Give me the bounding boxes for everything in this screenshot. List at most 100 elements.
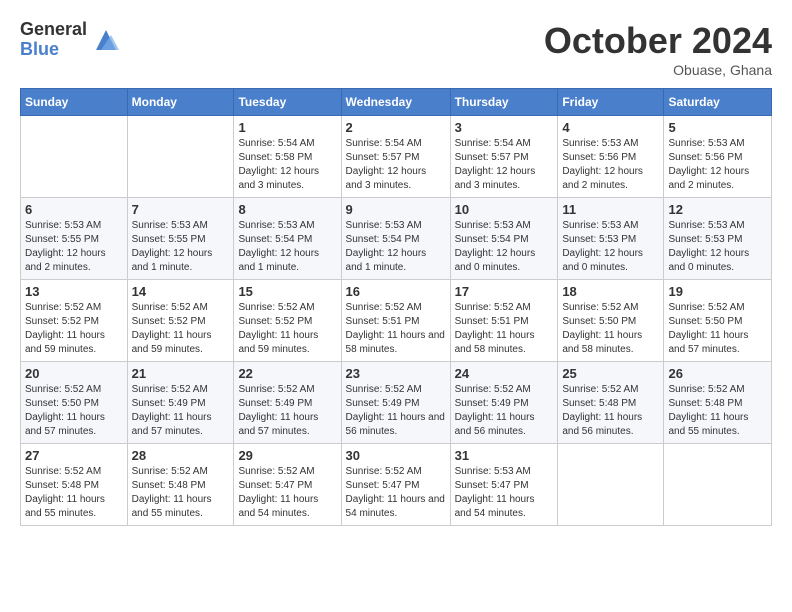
calendar-cell: [127, 116, 234, 198]
day-info: Sunrise: 5:53 AM Sunset: 5:56 PM Dayligh…: [562, 137, 659, 193]
day-header-sunday: Sunday: [21, 89, 128, 116]
day-number: 18: [562, 284, 659, 299]
day-info: Sunrise: 5:52 AM Sunset: 5:50 PM Dayligh…: [668, 301, 767, 357]
calendar-cell: 28 Sunrise: 5:52 AM Sunset: 5:48 PM Dayli…: [127, 444, 234, 526]
calendar-cell: 17 Sunrise: 5:52 AM Sunset: 5:51 PM Dayli…: [450, 280, 558, 362]
calendar-cell: [21, 116, 128, 198]
day-number: 1: [238, 120, 336, 135]
day-number: 4: [562, 120, 659, 135]
calendar-cell: 30 Sunrise: 5:52 AM Sunset: 5:47 PM Dayli…: [341, 444, 450, 526]
calendar-body: 1 Sunrise: 5:54 AM Sunset: 5:58 PM Daylig…: [21, 116, 772, 526]
calendar-week-row: 6 Sunrise: 5:53 AM Sunset: 5:55 PM Daylig…: [21, 198, 772, 280]
day-header-friday: Friday: [558, 89, 664, 116]
calendar-cell: 7 Sunrise: 5:53 AM Sunset: 5:55 PM Daylig…: [127, 198, 234, 280]
calendar-week-row: 13 Sunrise: 5:52 AM Sunset: 5:52 PM Dayli…: [21, 280, 772, 362]
calendar-cell: 19 Sunrise: 5:52 AM Sunset: 5:50 PM Dayli…: [664, 280, 772, 362]
day-number: 20: [25, 366, 123, 381]
day-info: Sunrise: 5:54 AM Sunset: 5:57 PM Dayligh…: [346, 137, 446, 193]
day-info: Sunrise: 5:53 AM Sunset: 5:54 PM Dayligh…: [346, 219, 446, 275]
calendar-cell: 29Sunrise: 5:52 AM Sunset: 5:47 PM Dayli…: [234, 444, 341, 526]
day-number: 19: [668, 284, 767, 299]
calendar-week-row: 1 Sunrise: 5:54 AM Sunset: 5:58 PM Daylig…: [21, 116, 772, 198]
day-number: 7: [132, 202, 230, 217]
calendar-cell: 3 Sunrise: 5:54 AM Sunset: 5:57 PM Daylig…: [450, 116, 558, 198]
page-header: General Blue October 2024 Obuase, Ghana: [20, 20, 772, 78]
day-number: 25: [562, 366, 659, 381]
day-number: 28: [132, 448, 230, 463]
month-title: October 2024: [544, 20, 772, 62]
day-number: 14: [132, 284, 230, 299]
calendar-cell: 9 Sunrise: 5:53 AM Sunset: 5:54 PM Daylig…: [341, 198, 450, 280]
calendar-table: SundayMondayTuesdayWednesdayThursdayFrid…: [20, 88, 772, 526]
day-number: 29: [238, 448, 336, 463]
day-info: Sunrise: 5:52 AM Sunset: 5:48 PM Dayligh…: [668, 383, 767, 439]
day-info: Sunrise: 5:52 AM Sunset: 5:51 PM Dayligh…: [346, 301, 446, 357]
day-info: Sunrise: 5:52 AM Sunset: 5:48 PM Dayligh…: [25, 465, 123, 521]
calendar-cell: 11Sunrise: 5:53 AM Sunset: 5:53 PM Dayli…: [558, 198, 664, 280]
calendar-cell: 31 Sunrise: 5:53 AM Sunset: 5:47 PM Dayli…: [450, 444, 558, 526]
day-info: Sunrise: 5:52 AM Sunset: 5:48 PM Dayligh…: [132, 465, 230, 521]
day-info: Sunrise: 5:53 AM Sunset: 5:55 PM Dayligh…: [132, 219, 230, 275]
day-number: 9: [346, 202, 446, 217]
day-info: Sunrise: 5:54 AM Sunset: 5:57 PM Dayligh…: [455, 137, 554, 193]
day-number: 30: [346, 448, 446, 463]
day-number: 13: [25, 284, 123, 299]
calendar-week-row: 20 Sunrise: 5:52 AM Sunset: 5:50 PM Dayli…: [21, 362, 772, 444]
day-header-saturday: Saturday: [664, 89, 772, 116]
calendar-week-row: 27 Sunrise: 5:52 AM Sunset: 5:48 PM Dayli…: [21, 444, 772, 526]
calendar-cell: 21Sunrise: 5:52 AM Sunset: 5:49 PM Dayli…: [127, 362, 234, 444]
logo-blue: Blue: [20, 40, 87, 60]
day-info: Sunrise: 5:52 AM Sunset: 5:49 PM Dayligh…: [132, 383, 230, 439]
day-number: 10: [455, 202, 554, 217]
logo-icon: [91, 25, 121, 55]
logo-general: General: [20, 20, 87, 40]
day-info: Sunrise: 5:53 AM Sunset: 5:54 PM Dayligh…: [455, 219, 554, 275]
location: Obuase, Ghana: [544, 62, 772, 78]
calendar-cell: 2Sunrise: 5:54 AM Sunset: 5:57 PM Daylig…: [341, 116, 450, 198]
day-info: Sunrise: 5:52 AM Sunset: 5:52 PM Dayligh…: [132, 301, 230, 357]
calendar-cell: 4 Sunrise: 5:53 AM Sunset: 5:56 PM Daylig…: [558, 116, 664, 198]
day-info: Sunrise: 5:52 AM Sunset: 5:50 PM Dayligh…: [562, 301, 659, 357]
calendar-cell: 22Sunrise: 5:52 AM Sunset: 5:49 PM Dayli…: [234, 362, 341, 444]
logo: General Blue: [20, 20, 121, 60]
day-info: Sunrise: 5:53 AM Sunset: 5:55 PM Dayligh…: [25, 219, 123, 275]
day-number: 3: [455, 120, 554, 135]
day-header-thursday: Thursday: [450, 89, 558, 116]
day-info: Sunrise: 5:53 AM Sunset: 5:53 PM Dayligh…: [562, 219, 659, 275]
day-number: 27: [25, 448, 123, 463]
day-number: 5: [668, 120, 767, 135]
day-header-tuesday: Tuesday: [234, 89, 341, 116]
calendar-cell: 13 Sunrise: 5:52 AM Sunset: 5:52 PM Dayli…: [21, 280, 128, 362]
calendar-cell: 27 Sunrise: 5:52 AM Sunset: 5:48 PM Dayli…: [21, 444, 128, 526]
calendar-cell: 24 Sunrise: 5:52 AM Sunset: 5:49 PM Dayli…: [450, 362, 558, 444]
calendar-cell: 18 Sunrise: 5:52 AM Sunset: 5:50 PM Dayli…: [558, 280, 664, 362]
day-info: Sunrise: 5:53 AM Sunset: 5:53 PM Dayligh…: [668, 219, 767, 275]
day-info: Sunrise: 5:54 AM Sunset: 5:58 PM Dayligh…: [238, 137, 336, 193]
day-number: 24: [455, 366, 554, 381]
day-header-wednesday: Wednesday: [341, 89, 450, 116]
day-info: Sunrise: 5:53 AM Sunset: 5:56 PM Dayligh…: [668, 137, 767, 193]
calendar-cell: 15Sunrise: 5:52 AM Sunset: 5:52 PM Dayli…: [234, 280, 341, 362]
day-number: 17: [455, 284, 554, 299]
day-number: 15: [238, 284, 336, 299]
day-number: 22: [238, 366, 336, 381]
logo-text: General Blue: [20, 20, 87, 60]
day-info: Sunrise: 5:52 AM Sunset: 5:52 PM Dayligh…: [25, 301, 123, 357]
calendar-cell: 5 Sunrise: 5:53 AM Sunset: 5:56 PM Daylig…: [664, 116, 772, 198]
day-info: Sunrise: 5:52 AM Sunset: 5:51 PM Dayligh…: [455, 301, 554, 357]
day-number: 31: [455, 448, 554, 463]
calendar-cell: 16Sunrise: 5:52 AM Sunset: 5:51 PM Dayli…: [341, 280, 450, 362]
calendar-cell: 6 Sunrise: 5:53 AM Sunset: 5:55 PM Daylig…: [21, 198, 128, 280]
day-number: 6: [25, 202, 123, 217]
calendar-cell: 10 Sunrise: 5:53 AM Sunset: 5:54 PM Dayli…: [450, 198, 558, 280]
calendar-cell: 8Sunrise: 5:53 AM Sunset: 5:54 PM Daylig…: [234, 198, 341, 280]
title-section: October 2024 Obuase, Ghana: [544, 20, 772, 78]
calendar-cell: [664, 444, 772, 526]
day-info: Sunrise: 5:52 AM Sunset: 5:49 PM Dayligh…: [455, 383, 554, 439]
day-info: Sunrise: 5:53 AM Sunset: 5:47 PM Dayligh…: [455, 465, 554, 521]
day-info: Sunrise: 5:52 AM Sunset: 5:47 PM Dayligh…: [346, 465, 446, 521]
calendar-cell: 25Sunrise: 5:52 AM Sunset: 5:48 PM Dayli…: [558, 362, 664, 444]
calendar-cell: 14 Sunrise: 5:52 AM Sunset: 5:52 PM Dayli…: [127, 280, 234, 362]
day-info: Sunrise: 5:52 AM Sunset: 5:50 PM Dayligh…: [25, 383, 123, 439]
day-number: 26: [668, 366, 767, 381]
